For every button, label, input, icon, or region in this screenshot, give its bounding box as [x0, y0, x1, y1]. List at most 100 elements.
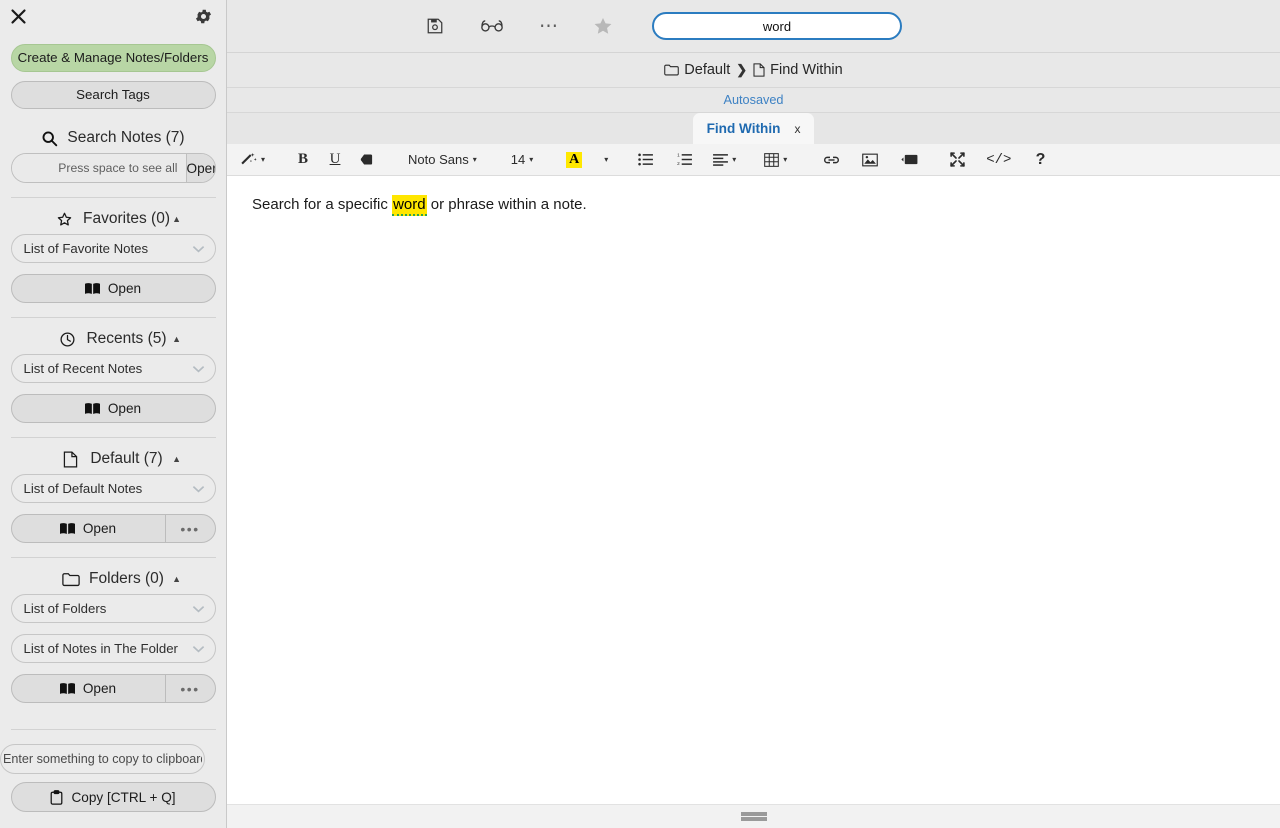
- autosave-status: Autosaved: [227, 88, 1280, 113]
- default-select[interactable]: List of Default Notes: [10, 474, 216, 503]
- favorites-open-button[interactable]: Open: [10, 274, 216, 303]
- favorites-section-header[interactable]: Favorites (0) ▲: [0, 204, 226, 234]
- fullscreen-icon[interactable]: [944, 147, 970, 173]
- main-panel: ⋯ Default ❯ Find Within Autosaved: [227, 0, 1280, 828]
- search-notes-input[interactable]: [11, 154, 186, 182]
- folders-collapse-caret[interactable]: ▲: [172, 574, 181, 584]
- folder-icon: [664, 64, 680, 76]
- breadcrumb-note[interactable]: Find Within: [753, 62, 843, 78]
- folders-open-label: Open: [82, 681, 117, 696]
- editor-toolbar: ▾ B U Noto Sans ▾ 14 ▾ A ▾ 1 2 ▾ ▾ </> ?: [227, 144, 1280, 176]
- autosave-label: Autosaved: [723, 93, 784, 107]
- note-paragraph: Search for a specific word or phrase wit…: [252, 194, 1280, 216]
- search-notes-title: Search Notes (7): [67, 129, 185, 146]
- bold-button[interactable]: B: [290, 147, 316, 173]
- search-notes-header: Search Notes (7): [0, 123, 226, 153]
- resize-grip[interactable]: [740, 812, 767, 821]
- reading-glasses-icon[interactable]: [475, 11, 509, 41]
- search-input[interactable]: [652, 12, 902, 40]
- font-size-label: 14: [510, 152, 526, 167]
- favorite-star-icon[interactable]: [586, 11, 620, 41]
- table-icon[interactable]: ▾: [761, 147, 790, 173]
- highlighted-search-word: word: [392, 195, 427, 216]
- magic-wand-icon[interactable]: ▾: [237, 147, 268, 173]
- default-section-header[interactable]: Default (7) ▲: [0, 444, 226, 474]
- default-open-button[interactable]: Open: [12, 515, 165, 542]
- search-notes-open-button[interactable]: Open: [185, 154, 215, 182]
- numbered-list-icon[interactable]: 12: [671, 147, 697, 173]
- tab-find-within[interactable]: Find Within x: [692, 113, 815, 144]
- favorites-collapse-caret[interactable]: ▲: [172, 214, 181, 224]
- folders-select[interactable]: List of Folders: [10, 594, 216, 623]
- recents-title: Recents (5): [86, 330, 167, 347]
- align-icon[interactable]: ▾: [710, 147, 739, 173]
- book-icon: [84, 282, 100, 295]
- chevron-down-icon: [192, 365, 205, 373]
- app-window: Create & Manage Notes/Folders Search Tag…: [0, 0, 1280, 828]
- text-color-label: A: [566, 151, 583, 168]
- favorites-title: Favorites (0): [83, 210, 170, 227]
- eraser-icon[interactable]: [354, 147, 380, 173]
- book-icon: [59, 682, 75, 695]
- create-manage-notes-folders-button[interactable]: Create & Manage Notes/Folders: [10, 44, 216, 72]
- folder-notes-select-label: List of Notes in The Folder: [23, 641, 178, 656]
- note-editor[interactable]: Search for a specific word or phrase wit…: [227, 176, 1280, 804]
- clipboard-icon: [50, 789, 63, 805]
- recents-open-button[interactable]: Open: [10, 394, 216, 423]
- book-icon: [59, 522, 75, 535]
- tab-close-icon[interactable]: x: [794, 122, 800, 136]
- recents-collapse-caret[interactable]: ▲: [172, 334, 181, 344]
- bottom-bar: [227, 804, 1280, 828]
- clipboard-input[interactable]: [0, 744, 205, 774]
- font-family-select[interactable]: Noto Sans ▾: [402, 147, 483, 173]
- favorites-select-label: List of Favorite Notes: [23, 241, 149, 256]
- close-icon[interactable]: [7, 5, 29, 27]
- recents-section-header[interactable]: Recents (5) ▲: [0, 324, 226, 354]
- default-collapse-caret[interactable]: ▲: [172, 454, 181, 464]
- more-icon[interactable]: ⋯: [532, 11, 566, 41]
- svg-text:1: 1: [677, 153, 680, 158]
- breadcrumb-folder[interactable]: Default: [664, 62, 730, 78]
- folder-icon: [62, 570, 80, 588]
- gear-icon[interactable]: [192, 5, 214, 27]
- copy-button-label: Copy [CTRL + Q]: [71, 789, 176, 805]
- sidebar: Create & Manage Notes/Folders Search Tag…: [0, 0, 227, 828]
- underline-button[interactable]: U: [322, 147, 348, 173]
- chevron-down-icon: [192, 605, 205, 613]
- note-text-before: Search for a specific: [252, 196, 393, 213]
- code-button[interactable]: </>: [983, 147, 1014, 173]
- bullet-list-icon[interactable]: [632, 147, 658, 173]
- star-icon: [56, 210, 74, 228]
- copy-button[interactable]: Copy [CTRL + Q]: [10, 782, 216, 812]
- image-icon[interactable]: [857, 147, 883, 173]
- book-icon: [84, 402, 100, 415]
- tab-label: Find Within: [706, 121, 781, 136]
- folder-notes-select[interactable]: List of Notes in The Folder: [10, 634, 216, 663]
- breadcrumb-folder-label: Default: [684, 62, 731, 78]
- recents-select-label: List of Recent Notes: [23, 361, 143, 376]
- default-open-label: Open: [82, 521, 117, 536]
- search-notes-row: Open: [10, 153, 216, 183]
- text-color-dropdown[interactable]: ▾: [593, 147, 619, 173]
- save-icon[interactable]: [418, 11, 452, 41]
- chevron-down-icon: ▾: [261, 155, 266, 164]
- folders-section-header[interactable]: Folders (0) ▲: [0, 564, 226, 594]
- folders-open-button[interactable]: Open: [12, 675, 165, 702]
- font-size-select[interactable]: 14 ▾: [505, 147, 539, 173]
- favorites-select[interactable]: List of Favorite Notes: [10, 234, 216, 263]
- folders-more-button[interactable]: •••: [164, 675, 215, 702]
- default-select-label: List of Default Notes: [23, 481, 143, 496]
- chevron-down-icon: ▾: [732, 155, 737, 164]
- search-icon: [41, 129, 59, 147]
- clock-icon: [59, 330, 77, 348]
- text-color-button[interactable]: A: [561, 147, 587, 173]
- help-button[interactable]: ?: [1027, 147, 1053, 173]
- chevron-down-icon: ▾: [529, 155, 534, 164]
- font-family-label: Noto Sans: [408, 152, 469, 167]
- search-tags-button[interactable]: Search Tags: [10, 81, 216, 109]
- default-more-button[interactable]: •••: [164, 515, 215, 542]
- chevron-down-icon: ▾: [604, 155, 609, 164]
- video-icon[interactable]: [896, 147, 922, 173]
- link-icon[interactable]: [818, 147, 844, 173]
- recents-select[interactable]: List of Recent Notes: [10, 354, 216, 383]
